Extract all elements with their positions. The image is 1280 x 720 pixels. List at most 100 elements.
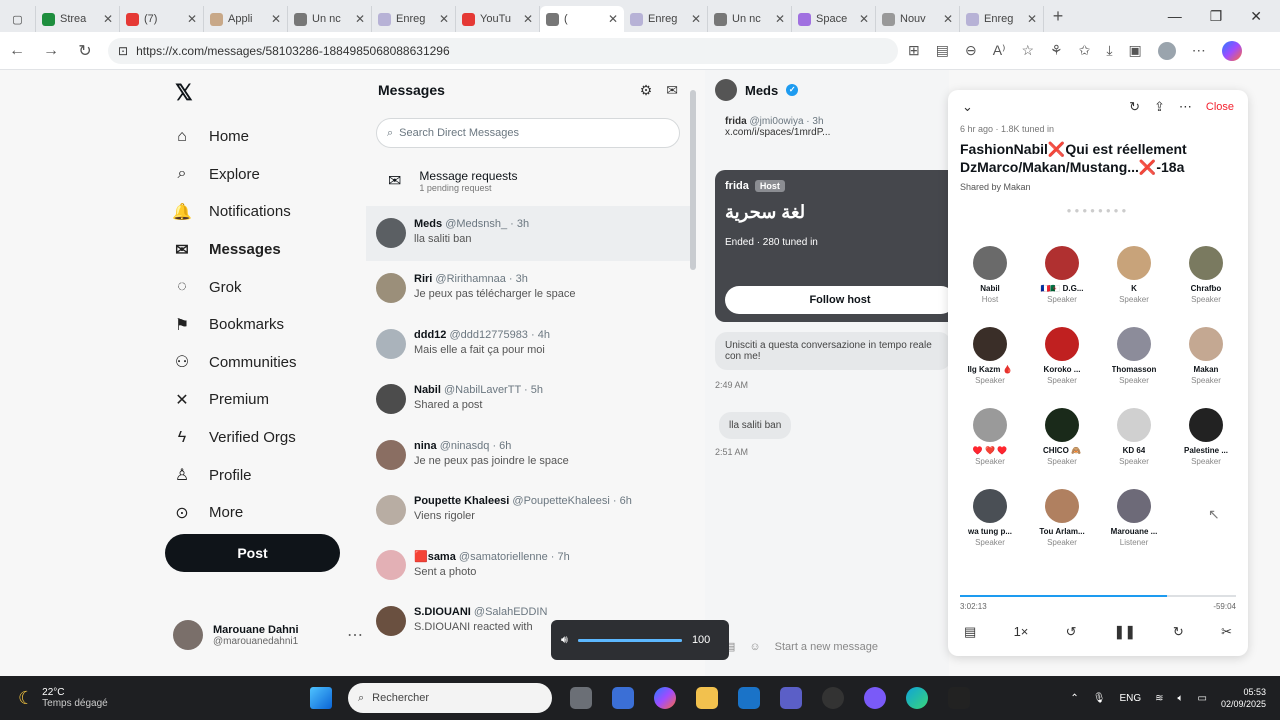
zoom-icon[interactable]: ⊖	[965, 42, 977, 59]
space-speaker[interactable]: Nabil Host	[954, 246, 1026, 319]
taskbar-search[interactable]: ⌕ Rechercher	[348, 683, 552, 713]
sidebar-item-explore[interactable]: ⌕ Explore	[171, 156, 297, 194]
browser-tab[interactable]: YouTu ✕	[456, 6, 540, 32]
speed-button[interactable]: 1×	[1014, 624, 1029, 640]
speaker-icon[interactable]: 🔈︎	[1178, 693, 1184, 704]
space-speaker[interactable]: K Speaker	[1098, 246, 1170, 319]
chrome-icon[interactable]	[822, 687, 844, 709]
quote-link[interactable]: x.com/i/spaces/1mrdP...	[725, 127, 929, 138]
reload-icon[interactable]: ↻	[68, 41, 102, 61]
close-tab-icon[interactable]: ✕	[439, 12, 449, 26]
conversation-item[interactable]: Poupette Khaleesi @PoupetteKhaleesi · 6h…	[366, 483, 690, 538]
post-button[interactable]: Post	[165, 534, 340, 572]
space-speaker[interactable]: Thomasson Speaker	[1098, 327, 1170, 400]
site-info-icon[interactable]: ⊡	[118, 44, 128, 58]
more-menu-icon[interactable]: ⋯	[1192, 42, 1206, 59]
edge-icon[interactable]	[906, 687, 928, 709]
clip-icon[interactable]: ✂	[1221, 624, 1232, 640]
restore-icon[interactable]: ❐	[1210, 8, 1223, 25]
language-indicator[interactable]: ENG	[1119, 693, 1141, 704]
minimize-icon[interactable]: —	[1168, 8, 1182, 25]
clock[interactable]: 05:53 02/09/2025	[1221, 686, 1266, 710]
space-speaker[interactable]: 🇫🇷🇩🇿 D.G... Speaker	[1026, 246, 1098, 319]
search-input[interactable]: ⌕ Search Direct Messages	[376, 118, 680, 148]
audio-app-icon[interactable]	[948, 687, 970, 709]
volume-slider[interactable]	[577, 638, 682, 642]
close-tab-icon[interactable]: ✕	[187, 12, 197, 26]
browser-tab[interactable]: Strea ✕	[36, 6, 120, 32]
conversation-item[interactable]: 🟥sama @samatoriellenne · 7h Sent a photo	[366, 538, 690, 593]
new-tab-button[interactable]: +	[1044, 6, 1072, 27]
pause-icon[interactable]: ❚❚	[1114, 624, 1136, 640]
follow-host-button[interactable]: Follow host	[725, 286, 955, 314]
teams-icon[interactable]	[780, 687, 802, 709]
x-logo-icon[interactable]: 𝕏	[175, 80, 193, 106]
microphone-icon[interactable]: 🎙︎	[1093, 693, 1106, 704]
battery-icon[interactable]: ▭	[1198, 693, 1207, 704]
new-message-icon[interactable]: ✉	[666, 82, 678, 99]
forward-icon[interactable]: ↻	[1173, 624, 1184, 640]
space-speaker[interactable]: wa tung p... Speaker	[954, 489, 1026, 562]
captions-icon[interactable]: ▤	[964, 624, 976, 640]
app-icon[interactable]	[612, 687, 634, 709]
sidebar-item-verified-orgs[interactable]: ϟ Verified Orgs	[171, 419, 297, 457]
avatar[interactable]	[715, 79, 737, 101]
chevron-up-icon[interactable]: ⌃	[1070, 693, 1078, 704]
playback-progress[interactable]	[960, 595, 1236, 597]
space-speaker[interactable]: Palestine ... Speaker	[1170, 408, 1242, 481]
weather-widget[interactable]: ☾ 22°C Temps dégagé	[0, 687, 300, 709]
close-window-icon[interactable]: ✕	[1250, 8, 1262, 25]
favorite-icon[interactable]: ☆	[1021, 42, 1034, 59]
close-tab-icon[interactable]: ✕	[943, 12, 953, 26]
space-speaker[interactable]: ♥️ ❤️ ♥️ Speaker	[954, 408, 1026, 481]
browser-tab[interactable]: Un nc ✕	[708, 6, 792, 32]
space-speaker[interactable]: Ilg Kazm 🩸 Speaker	[954, 327, 1026, 400]
space-speaker[interactable]: Koroko ... Speaker	[1026, 327, 1098, 400]
close-tab-icon[interactable]: ✕	[271, 12, 281, 26]
more-icon[interactable]: ⋯	[1179, 99, 1192, 115]
sidebar-item-messages[interactable]: ✉ Messages	[171, 231, 297, 269]
sidebar-item-communities[interactable]: ⚇ Communities	[171, 344, 297, 382]
close-tab-icon[interactable]: ✕	[355, 12, 365, 26]
messages-scrollbar[interactable]	[690, 90, 696, 270]
favorites-icon[interactable]: ✩	[1079, 42, 1091, 59]
file-explorer-icon[interactable]	[696, 687, 718, 709]
space-speaker[interactable]: Chrafbo Speaker	[1170, 246, 1242, 319]
browser-tab[interactable]: Enreg ✕	[372, 6, 456, 32]
close-tab-icon[interactable]: ✕	[523, 12, 533, 26]
browser-tab[interactable]: Un nc ✕	[288, 6, 372, 32]
forward-icon[interactable]: →	[34, 42, 68, 60]
space-speaker[interactable]: Makan Speaker	[1170, 327, 1242, 400]
browser-tab[interactable]: (7) ✕	[120, 6, 204, 32]
space-card[interactable]: frida Host لغة سحرية Ended · 280 tuned i…	[715, 170, 955, 322]
task-view-icon[interactable]	[570, 687, 592, 709]
close-tab-icon[interactable]: ✕	[103, 12, 113, 26]
url-field[interactable]: ⊡ https://x.com/messages/58103286-188498…	[108, 37, 898, 64]
conversation-item[interactable]: nina @ninasdq · 6h Je ne peux pas joindre…	[366, 428, 690, 483]
conversation-item[interactable]: Nabil @NabilLaverTT · 5h Shared a post	[366, 372, 690, 427]
read-aloud-icon[interactable]: A⁾	[993, 42, 1006, 59]
close-tab-icon[interactable]: ✕	[859, 12, 869, 26]
start-button[interactable]	[310, 687, 332, 709]
reconnect-icon[interactable]: ↻	[1129, 99, 1140, 115]
close-tab-icon[interactable]: ✕	[691, 12, 701, 26]
conversation-item[interactable]: ddd12 @ddd12775983 · 4h Mais elle a fait …	[366, 317, 690, 372]
back-icon[interactable]: ←	[0, 42, 34, 60]
sidebar-item-home[interactable]: ⌂ Home	[171, 118, 297, 156]
close-tab-icon[interactable]: ✕	[608, 12, 618, 26]
sidebar-item-premium[interactable]: ✕ Premium	[171, 381, 297, 419]
browser-tab[interactable]: (✕	[540, 6, 624, 32]
collapse-icon[interactable]: ⌄	[962, 99, 973, 115]
emoji-icon[interactable]: ☺	[749, 641, 760, 653]
conversation-item[interactable]: Meds @Medsnsh_ · 3h lla saliti ban	[366, 206, 690, 262]
apps-icon[interactable]: ⊞	[908, 42, 920, 59]
message-composer[interactable]: ▤ ☺ Start a new message	[725, 640, 878, 654]
close-tab-icon[interactable]: ✕	[775, 12, 785, 26]
split-screen-icon[interactable]: ▤	[936, 42, 949, 59]
sidebar-item-profile[interactable]: ♙ Profile	[171, 456, 297, 494]
profile-avatar[interactable]	[1157, 41, 1176, 60]
sidebar-item-grok[interactable]: ◌ Grok	[171, 268, 297, 306]
speaker-icon[interactable]: 🔊︎	[561, 634, 568, 647]
space-speaker[interactable]: KD 64 Speaker	[1098, 408, 1170, 481]
app-icon[interactable]	[864, 687, 886, 709]
